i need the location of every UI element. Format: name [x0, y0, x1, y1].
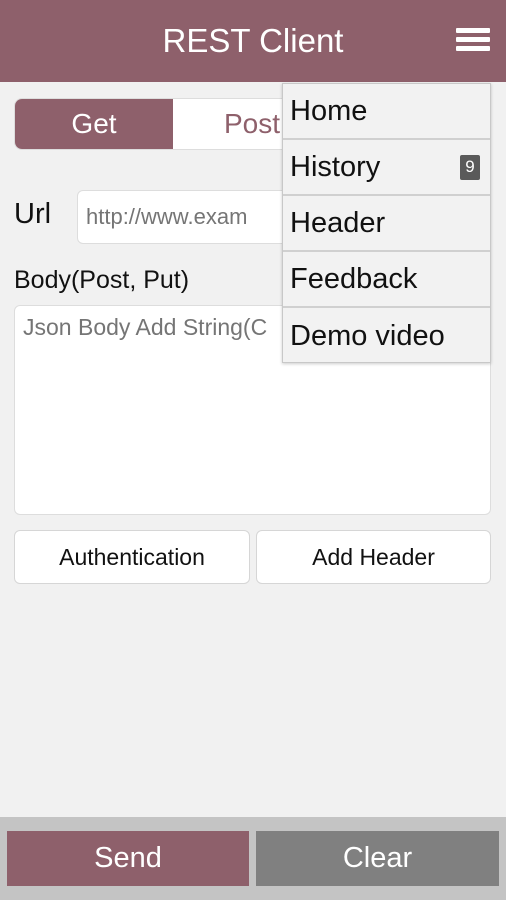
menu-item-history[interactable]: History 9: [283, 140, 490, 196]
url-label: Url: [14, 198, 52, 230]
menu-item-feedback[interactable]: Feedback: [283, 252, 490, 308]
menu-item-label: Feedback: [290, 262, 418, 295]
method-get-tab[interactable]: Get: [15, 99, 173, 149]
menu-item-header[interactable]: Header: [283, 196, 490, 252]
add-header-button[interactable]: Add Header: [256, 530, 491, 584]
clear-button[interactable]: Clear: [256, 831, 499, 886]
authentication-button[interactable]: Authentication: [14, 530, 250, 584]
history-count-badge: 9: [460, 154, 480, 180]
menu-item-label: Home: [290, 94, 368, 127]
overflow-menu: Home History 9 Header Feedback Demo video: [282, 83, 491, 363]
body-label: Body(Post, Put): [14, 266, 190, 294]
app-title: REST Client: [162, 22, 344, 59]
menu-item-home[interactable]: Home: [283, 84, 490, 140]
send-button[interactable]: Send: [7, 831, 249, 886]
menu-item-demo-video[interactable]: Demo video: [283, 308, 490, 364]
hamburger-icon[interactable]: [456, 28, 490, 54]
menu-item-label: History: [290, 150, 381, 183]
menu-item-label: Demo video: [290, 319, 445, 352]
menu-item-label: Header: [290, 206, 386, 239]
